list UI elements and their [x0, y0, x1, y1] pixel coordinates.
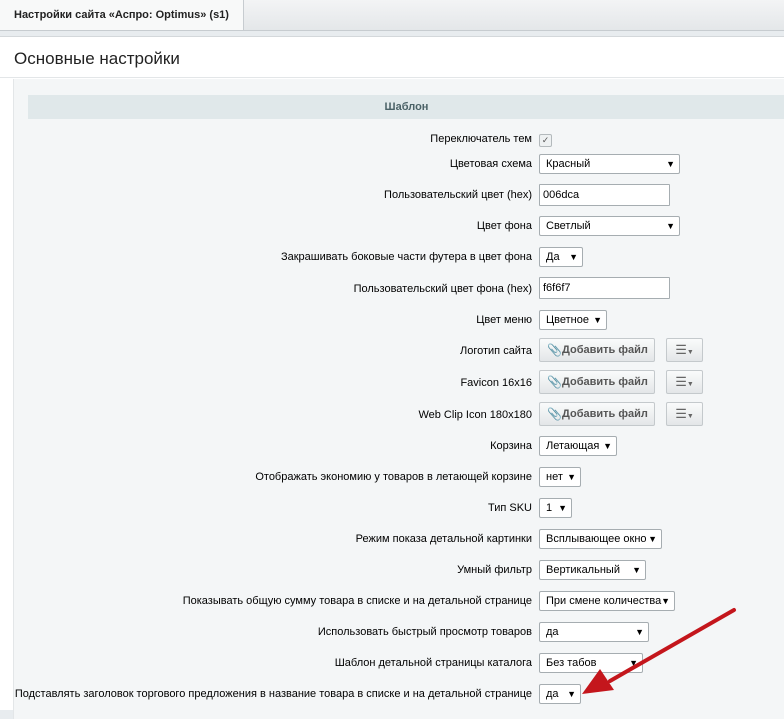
- annotation-arrow: [582, 608, 736, 694]
- annotation-arrow-shaft: [608, 608, 736, 683]
